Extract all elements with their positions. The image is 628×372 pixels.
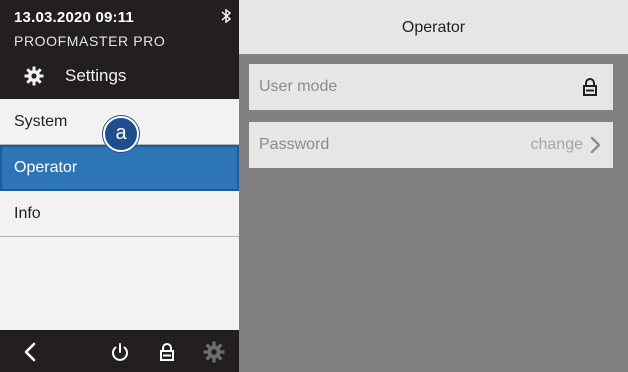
footer-toolbar <box>0 330 239 372</box>
password-row[interactable]: Password change <box>249 122 613 168</box>
sidebar-item-label: Operator <box>14 159 78 176</box>
screen: 13.03.2020 09:11 PROOFMASTER PRO Setting… <box>0 0 628 372</box>
callout-badge: a <box>103 116 139 152</box>
bluetooth-icon <box>221 8 232 24</box>
back-chevron-icon[interactable] <box>20 341 42 363</box>
page-title: Operator <box>401 19 466 36</box>
sidebar-item-label: System <box>14 113 68 130</box>
lock-icon[interactable] <box>156 341 178 363</box>
change-password-link[interactable]: change <box>531 136 584 154</box>
status-bar: 13.03.2020 09:11 PROOFMASTER PRO <box>0 0 239 54</box>
row-label: User mode <box>259 78 338 95</box>
sidebar: 13.03.2020 09:11 PROOFMASTER PRO Setting… <box>0 0 239 372</box>
main-panel: Operator User mode Password change <box>239 0 628 372</box>
lock-icon <box>583 78 597 96</box>
settings-title: Settings <box>65 66 127 85</box>
row-label: Password <box>259 136 330 153</box>
user-mode-row[interactable]: User mode <box>249 64 613 110</box>
chevron-right-icon <box>590 136 601 154</box>
power-icon[interactable] <box>109 341 131 363</box>
datetime: 13.03.2020 09:11 <box>14 9 134 26</box>
sidebar-item-info[interactable]: Info <box>0 191 239 237</box>
sidebar-item-label: Info <box>14 205 41 222</box>
panel-header: Operator <box>239 0 628 54</box>
device-name: PROOFMASTER PRO <box>14 33 166 49</box>
gear-icon[interactable] <box>203 341 225 363</box>
settings-header: Settings <box>0 54 239 99</box>
gear-icon <box>24 66 44 86</box>
